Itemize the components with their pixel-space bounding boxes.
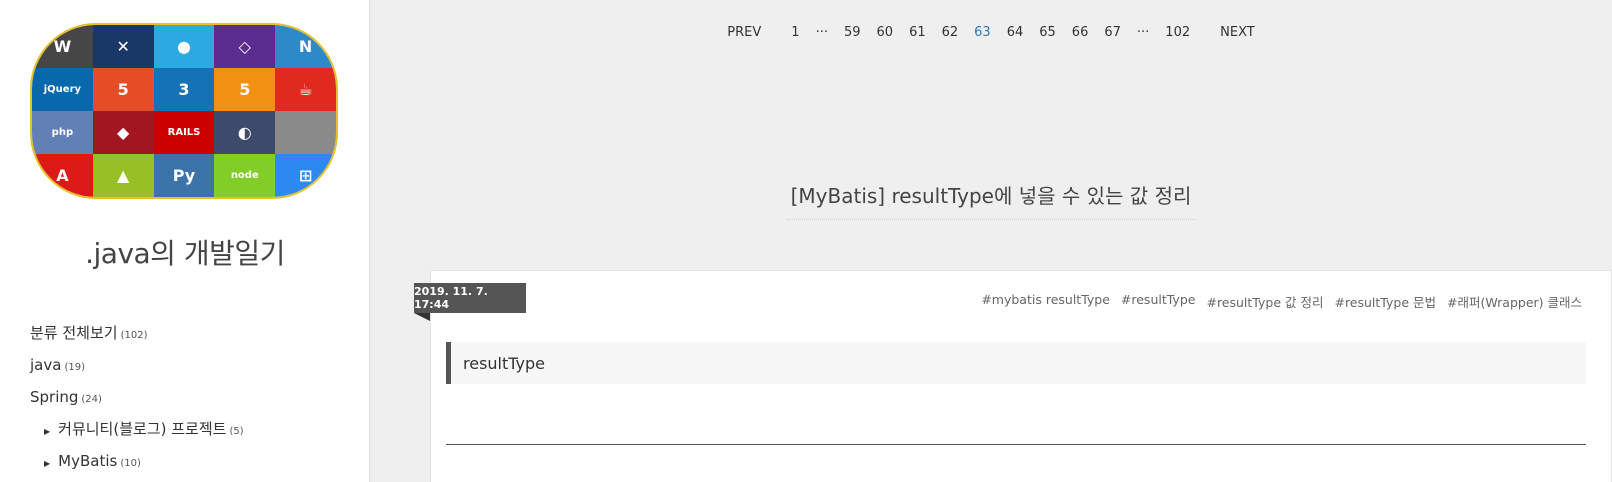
category-label: MyBatis (58, 452, 118, 470)
sidebar: W ✕ ● ◇ NjQuery 5 3 5 ☕ php ◆ RAILS ◐ A ▲ Py node ⊞ .java… (0, 0, 370, 482)
category-spring[interactable]: Spring (24) (30, 386, 350, 418)
section-heading: resultType (446, 342, 1586, 384)
blog-logo[interactable]: W ✕ ● ◇ NjQuery 5 3 5 ☕ php ◆ RAILS ◐ A ▲ Py node ⊞ (30, 23, 338, 199)
page-link[interactable]: 59 (836, 25, 869, 40)
rails-icon: RAILS (153, 111, 215, 154)
page-link[interactable]: 62 (934, 25, 967, 40)
post-date: 2019. 11. 7. 17:44 (414, 283, 526, 321)
drupal-icon: ● (153, 25, 215, 68)
html5-orange-icon: 5 (214, 68, 276, 111)
post-title[interactable]: [MyBatis] resultType에 넣을 수 있는 값 정리 (786, 180, 1196, 220)
triangle-right-icon: ▶ (44, 459, 51, 468)
prev-page-link[interactable]: PREV (719, 25, 769, 40)
category-label: 분류 전체보기 (30, 324, 118, 342)
category-label: Spring (30, 388, 79, 406)
category-count: (102) (120, 330, 148, 341)
triangle-right-icon: ▶ (44, 427, 51, 436)
tag-link[interactable]: #resultType (1121, 292, 1196, 311)
category-label: java (30, 356, 62, 374)
dotnet-icon: N (275, 25, 336, 68)
page-link[interactable]: 60 (869, 25, 902, 40)
page-link[interactable]: 102 (1157, 25, 1198, 40)
post-title-wrap: [MyBatis] resultType에 넣을 수 있는 값 정리 (370, 180, 1612, 220)
page-link[interactable]: 67 (1096, 25, 1129, 40)
windows-icon: ⊞ (275, 154, 336, 197)
joomla-icon: ✕ (92, 25, 154, 68)
category-all[interactable]: 분류 전체보기 (102) (30, 322, 350, 354)
divider (446, 444, 1586, 445)
page-link[interactable]: 66 (1064, 25, 1097, 40)
apple-icon (275, 111, 336, 154)
page-link[interactable]: 64 (999, 25, 1032, 40)
category-count: (19) (64, 362, 85, 373)
tag-link[interactable]: #mybatis resultType (981, 292, 1110, 311)
category-label: 커뮤니티(블로그) 프로젝트 (58, 420, 227, 438)
category-count: (24) (81, 394, 102, 405)
wordpress-icon: W (32, 25, 93, 68)
page-ellipsis: ··· (1136, 24, 1150, 40)
html5-icon: 5 (92, 68, 154, 111)
jquery-icon: jQuery (32, 68, 93, 111)
page-ellipsis: ··· (815, 24, 828, 40)
python-icon: Py (153, 154, 215, 197)
angular-icon: A (32, 154, 93, 197)
css3-icon: 3 (153, 68, 215, 111)
ruby-icon: ◆ (92, 111, 154, 154)
post-tags: #mybatis resultType #resultType #resultT… (981, 292, 1582, 311)
tag-link[interactable]: #래퍼(Wrapper) 클래스 (1447, 292, 1582, 311)
category-java[interactable]: java (19) (30, 354, 350, 386)
tag-link[interactable]: #resultType 값 정리 (1206, 292, 1323, 311)
next-page-link[interactable]: NEXT (1212, 25, 1263, 40)
java-icon: ☕ (275, 68, 336, 111)
tag-link[interactable]: #resultType 문법 (1334, 292, 1436, 311)
category-count: (10) (120, 458, 141, 469)
current-page[interactable]: 63 (966, 25, 999, 40)
category-count: (5) (229, 426, 244, 437)
blog-title[interactable]: .java의 개발일기 (0, 232, 370, 272)
category-community-project[interactable]: ▶ 커뮤니티(블로그) 프로젝트 (5) (30, 418, 350, 450)
pagination: PREV 1 ··· 59 60 61 62 63 64 65 66 67 ··… (370, 22, 1612, 42)
page-link[interactable]: 1 (783, 25, 807, 40)
category-mybatis[interactable]: ▶ MyBatis (10) (30, 450, 350, 482)
framework-icon: ◇ (214, 25, 276, 68)
onion-icon: ◐ (214, 111, 276, 154)
category-list: 분류 전체보기 (102) java (19) Spring (24) ▶ 커뮤… (30, 322, 350, 482)
page-link[interactable]: 61 (901, 25, 934, 40)
android-icon: ▲ (92, 154, 154, 197)
page-link[interactable]: 65 (1031, 25, 1064, 40)
node-icon: node (214, 154, 276, 197)
php-icon: php (32, 111, 93, 154)
